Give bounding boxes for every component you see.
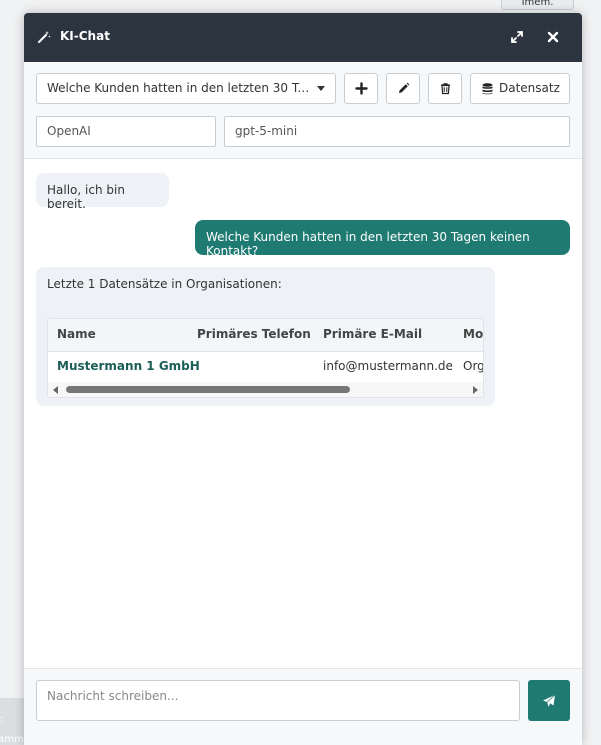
- scroll-left-icon[interactable]: [53, 386, 58, 394]
- chat-toolbar: Welche Kunden hatten in den letzten 30 T…: [24, 62, 582, 159]
- assistant-message: Hallo, ich bin bereit.: [36, 173, 169, 211]
- database-icon: [482, 83, 493, 95]
- table-cell-email: info@mustermann.de: [323, 359, 453, 373]
- provider-field[interactable]: OpenAI: [36, 116, 216, 147]
- background-toast-line1: :: [0, 714, 4, 725]
- modal-header: KI-Chat: [24, 13, 582, 62]
- paper-plane-icon: [543, 694, 556, 707]
- message-text: Hallo, ich bin bereit.: [47, 183, 125, 211]
- dataset-button-label: Datensatz: [499, 81, 560, 95]
- column-header-email[interactable]: Primäre E-Mail: [323, 327, 422, 341]
- composer: [24, 668, 582, 745]
- ai-chat-modal: KI-Chat Welche Kunden hatten in den letz…: [24, 13, 582, 745]
- column-header-phone[interactable]: Primäres Telefon: [197, 327, 311, 341]
- user-message: Welche Kunden hatten in den letzten 30 T…: [195, 220, 570, 258]
- conversation-select[interactable]: Welche Kunden hatten in den letzten 30 T…: [36, 73, 336, 104]
- horizontal-scrollbar[interactable]: [48, 382, 483, 397]
- results-table[interactable]: Name Primäres Telefon Primäre E-Mail Mo …: [47, 318, 484, 398]
- conversation-select-value: Welche Kunden hatten in den letzten 30 T…: [47, 81, 313, 95]
- scroll-right-icon[interactable]: [473, 386, 478, 394]
- new-chat-button[interactable]: [344, 73, 378, 104]
- delete-chat-button[interactable]: [428, 73, 462, 104]
- close-icon[interactable]: [546, 30, 560, 44]
- expand-icon[interactable]: [510, 30, 524, 44]
- background-button: Imem.: [501, 0, 574, 10]
- trash-icon: [441, 83, 450, 95]
- message-text: Letzte 1 Datensätze in Organisationen:: [47, 277, 282, 291]
- assistant-message-with-table: Letzte 1 Datensätze in Organisationen: N…: [36, 267, 495, 406]
- scrollbar-thumb[interactable]: [66, 386, 350, 393]
- rename-chat-button[interactable]: [386, 73, 420, 104]
- column-header-name[interactable]: Name: [57, 327, 96, 341]
- table-header: Name Primäres Telefon Primäre E-Mail Mo: [48, 319, 483, 352]
- chat-messages[interactable]: Hallo, ich bin bereit. Welche Kunden hat…: [24, 159, 582, 668]
- plus-icon: [355, 82, 368, 95]
- magic-wand-icon: [38, 31, 51, 43]
- message-text: Welche Kunden hatten in den letzten 30 T…: [206, 230, 530, 258]
- message-input[interactable]: [36, 680, 520, 721]
- caret-down-icon: [317, 86, 325, 91]
- column-header-more[interactable]: Mo: [463, 327, 483, 341]
- modal-title: KI-Chat: [60, 29, 110, 43]
- model-field[interactable]: gpt-5-mini: [224, 116, 570, 147]
- organization-link[interactable]: Mustermann 1 GmbH: [57, 359, 200, 373]
- pencil-icon: [399, 82, 410, 93]
- dataset-button[interactable]: Datensatz: [470, 73, 570, 104]
- send-button[interactable]: [528, 680, 570, 721]
- table-cell-more: Org: [463, 359, 484, 373]
